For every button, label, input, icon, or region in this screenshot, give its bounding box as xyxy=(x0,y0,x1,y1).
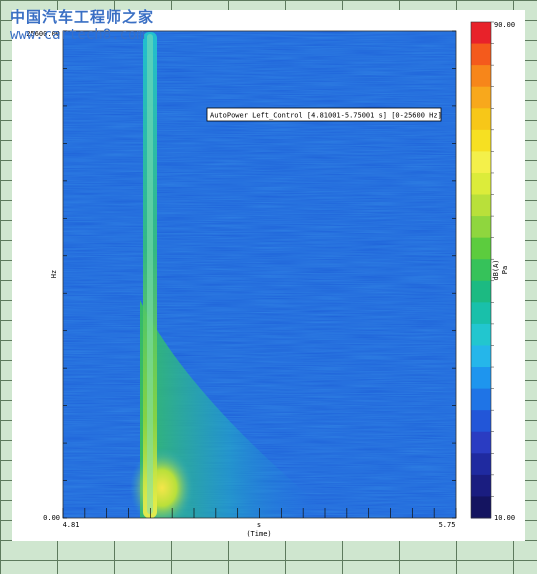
colorbar xyxy=(471,21,494,519)
colorbar-band xyxy=(471,453,491,476)
colorbar-band xyxy=(471,43,491,66)
x-tick-label-min: 4.81 xyxy=(63,521,80,529)
colorbar-band xyxy=(471,108,491,131)
y-axis-label: Hz xyxy=(50,270,58,278)
chart-title: AutoPower Left_Control [4.81001-5.75001 … xyxy=(210,112,442,120)
colorbar-band xyxy=(471,367,491,390)
colorbar-band xyxy=(471,86,491,109)
watermark: 中国汽车工程师之家 www.cartech8.com xyxy=(10,8,160,50)
y-tick-label-min: 0.00 xyxy=(43,514,60,522)
chart-title-box: AutoPower Left_Control [4.81001-5.75001 … xyxy=(206,107,442,122)
watermark-chinese: 中国汽车工程师之家 xyxy=(10,8,155,26)
colorbar-band xyxy=(471,172,491,196)
colorbar-unit: Pa xyxy=(501,266,509,274)
colorbar-band xyxy=(471,129,491,152)
colorbar-band xyxy=(471,280,491,303)
colorbar-band xyxy=(471,65,491,88)
background-texture xyxy=(63,31,456,518)
colorbar-min-label: 10.00 xyxy=(494,514,515,522)
colorbar-band xyxy=(471,474,491,497)
colorbar-band xyxy=(471,216,491,239)
low-freq-hotspot xyxy=(130,448,194,518)
x-axis-unit: s xyxy=(257,521,261,529)
colorbar-band xyxy=(471,302,491,325)
watermark-url: www.cartech8.com xyxy=(10,27,145,43)
colorbar-band xyxy=(471,323,491,346)
colorbar-band xyxy=(471,22,491,45)
plot-area xyxy=(63,31,456,518)
colorbar-band xyxy=(471,496,491,519)
colorbar-band xyxy=(471,237,491,260)
colorbar-band xyxy=(471,388,491,411)
colorbar-band xyxy=(471,151,491,174)
colorbar-band xyxy=(471,259,491,282)
spectrogram-chart: 0.00 25600.00 Hz 4.81 5.75 s (Time) Auto… xyxy=(26,21,515,538)
impact-ridge-core xyxy=(147,34,153,514)
colorbar-band xyxy=(471,431,491,454)
colorbar-band xyxy=(471,194,491,217)
colorbar-band xyxy=(471,410,491,433)
x-tick-label-max: 5.75 xyxy=(439,521,456,529)
colorbar-band xyxy=(471,345,491,368)
colorbar-label: dB(A) xyxy=(492,259,500,280)
x-axis-label: (Time) xyxy=(246,530,271,538)
colorbar-max-label: 90.00 xyxy=(494,21,515,29)
